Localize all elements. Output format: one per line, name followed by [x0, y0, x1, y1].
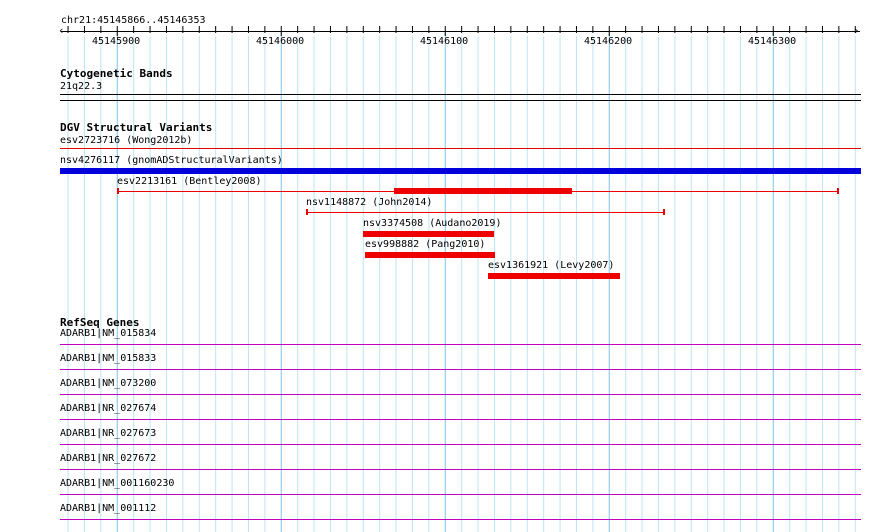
dgv-feature-esv2213161-start-cap	[117, 188, 119, 194]
refseq-gene-label: ADARB1|NR_027673	[60, 428, 157, 439]
ruler-tick-label: 45146200	[584, 36, 633, 47]
ruler-tick-label: 45146000	[256, 36, 305, 47]
ruler-left-arrow-icon[interactable]: ‹	[58, 25, 65, 37]
dgv-feature-nsv1148872-start-cap	[306, 209, 308, 215]
dgv-feature-nsv1148872[interactable]	[307, 212, 665, 213]
ruler-tick-label: 45145900	[92, 36, 141, 47]
refseq-gene-label: ADARB1|NM_015833	[60, 353, 157, 364]
dgv-feature-label: nsv3374508 (Audano2019)	[363, 218, 502, 229]
refseq-gene-line[interactable]	[60, 519, 861, 520]
dgv-feature-esv2213161-inner[interactable]	[394, 188, 572, 194]
dgv-feature-nsv3374508[interactable]	[363, 231, 494, 237]
refseq-gene-label: ADARB1|NR_027674	[60, 403, 157, 414]
dgv-feature-esv998882[interactable]	[365, 252, 495, 258]
dgv-feature-label: nsv1148872 (John2014)	[306, 197, 433, 208]
refseq-gene-label: ADARB1|NM_001160230	[60, 478, 175, 489]
cytoband-track-title: Cytogenetic Bands	[60, 67, 173, 80]
dgv-feature-label: esv1361921 (Levy2007)	[488, 260, 615, 271]
ruler-region-label: chr21:45145866..45146353	[61, 15, 206, 26]
dgv-feature-esv2213161-end-cap	[837, 188, 839, 194]
refseq-gene-line[interactable]	[60, 394, 861, 395]
dgv-feature-label: esv2723716 (Wong2012b)	[60, 135, 193, 146]
refseq-gene-line[interactable]	[60, 494, 861, 495]
ruler-tick-label: 45146300	[748, 36, 797, 47]
refseq-gene-line[interactable]	[60, 344, 861, 345]
refseq-gene-label: ADARB1|NM_073200	[60, 378, 157, 389]
ruler-tick-label: 45146100	[420, 36, 469, 47]
dgv-feature-nsv1148872-end-cap	[663, 209, 665, 215]
refseq-gene-label: ADARB1|NM_001112	[60, 503, 157, 514]
dgv-feature-label: esv2213161 (Bentley2008)	[117, 176, 262, 187]
refseq-gene-line[interactable]	[60, 419, 861, 420]
dgv-feature-label: esv998882 (Pang2010)	[365, 239, 486, 250]
cytoband-line-top[interactable]	[60, 94, 861, 95]
dgv-track-title: DGV Structural Variants	[60, 121, 213, 134]
cytoband-label: 21q22.3	[60, 81, 103, 92]
refseq-gene-line[interactable]	[60, 469, 861, 470]
ruler-right-arrow-icon[interactable]: ›	[853, 25, 860, 37]
ruler-axis	[61, 31, 860, 32]
refseq-gene-label: ADARB1|NM_015834	[60, 328, 157, 339]
dgv-feature-nsv4276117[interactable]	[60, 168, 861, 174]
dgv-feature-esv1361921[interactable]	[488, 273, 620, 279]
refseq-gene-label: ADARB1|NR_027672	[60, 453, 157, 464]
dgv-feature-label: nsv4276117 (gnomADStructuralVariants)	[60, 155, 283, 166]
dgv-feature-esv2723716[interactable]	[60, 148, 861, 149]
cytoband-line-bottom[interactable]	[60, 100, 861, 101]
refseq-gene-line[interactable]	[60, 444, 861, 445]
refseq-gene-line[interactable]	[60, 369, 861, 370]
